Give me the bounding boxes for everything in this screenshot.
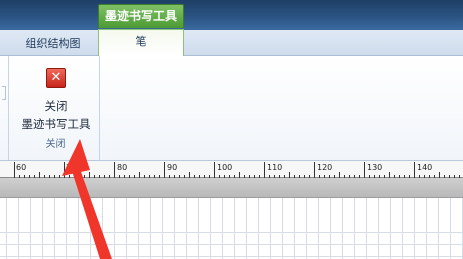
ruler-label: 140 (417, 163, 432, 172)
title-bar: 墨迹书写工具 (0, 0, 463, 30)
ruler-label: 130 (367, 163, 382, 172)
ribbon-group-close: ✕ 关闭 墨迹书写工具 关闭 (12, 56, 100, 160)
tab-org-chart[interactable]: 组织结构图 (10, 34, 96, 55)
ribbon-panel: ✕ 关闭 墨迹书写工具 关闭 (0, 56, 463, 161)
partial-control (2, 86, 6, 100)
ribbon-tab-row: 组织结构图 笔 (0, 29, 463, 56)
canvas-grid (0, 198, 463, 259)
ruler-gutter (0, 178, 463, 198)
grid-lines (0, 198, 463, 259)
drawing-canvas[interactable] (0, 198, 463, 259)
ruler-ticks (14, 162, 460, 178)
close-button-label-line1: 关闭 (44, 99, 68, 113)
close-ink-tools-button[interactable]: ✕ 关闭 墨迹书写工具 (16, 62, 96, 134)
ruler-label: 90 (167, 163, 177, 172)
ruler-label: 80 (117, 163, 127, 172)
ruler-label: 100 (217, 163, 232, 172)
ruler-label: 110 (267, 163, 282, 172)
app-window: 墨迹书写工具 组织结构图 笔 ✕ 关闭 墨迹书写工具 关闭 60 70 80 9… (0, 0, 463, 259)
context-tab-group-ink-tools: 墨迹书写工具 (98, 4, 184, 28)
ruler-label: 120 (317, 163, 332, 172)
ruler-svg: 60 70 80 90 100 110 120 130 140 (14, 162, 460, 178)
close-button-label-line2: 墨迹书写工具 (21, 117, 91, 131)
ruler-label: 60 (16, 163, 26, 172)
previous-group-edge (0, 56, 9, 160)
ruler-label: 70 (66, 163, 76, 172)
ribbon-group-label: 关闭 (45, 139, 66, 150)
ruler-labels: 60 70 80 90 100 110 120 130 140 (16, 163, 432, 172)
horizontal-ruler: 60 70 80 90 100 110 120 130 140 (0, 161, 463, 178)
tab-pen[interactable]: 笔 (98, 29, 184, 56)
close-icon: ✕ (46, 68, 66, 88)
